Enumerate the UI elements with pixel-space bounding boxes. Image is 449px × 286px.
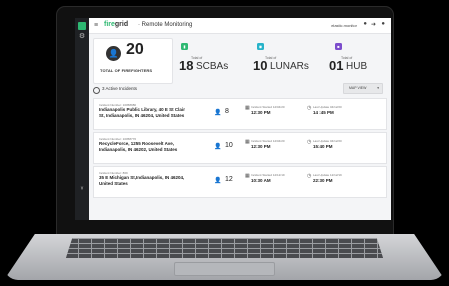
- lunars-card: ◉ Total of 10 LUNARs: [253, 38, 323, 82]
- calendar-icon: ▦: [245, 173, 250, 179]
- clock-icon: ◷: [307, 105, 312, 111]
- incident-started-label: Incident Started 12/04/20: [251, 105, 285, 109]
- lunar-icon: ◉: [257, 43, 264, 50]
- map-view-label: MAP VIEW: [349, 86, 367, 90]
- incident-firefighter-count: 8: [225, 108, 229, 115]
- scba-icon: ▮: [181, 43, 188, 50]
- app-subtitle: · Remote Monitoring: [138, 21, 193, 28]
- incident-address: RecycleForce, 1255 Roosevelt Ave, Indian…: [99, 141, 178, 152]
- clock-icon: ◷: [307, 139, 312, 145]
- incident-started-label: Incident Started 12/04/20: [251, 139, 285, 143]
- stats-row: 👤 20 TOTAL OF FIREFIGHTERS ▮ Total of 18…: [93, 38, 387, 84]
- chevron-down-icon: ▾: [377, 86, 379, 90]
- incident-address: 35 E Michigan St,Indianapolis, IN 46204,…: [99, 175, 185, 186]
- incident-row[interactable]: Incident Number: 869 35 E Michigan St,In…: [93, 166, 387, 198]
- laptop-trackpad: [174, 262, 275, 276]
- scbas-unit: SCBAs: [196, 61, 229, 72]
- incident-started-label: Incident Started 12/12/19: [251, 173, 285, 177]
- laptop-keyboard: [66, 238, 383, 258]
- incident-started-time: 10:30 AM: [251, 178, 271, 183]
- incident-started-time: 12:30 PM: [251, 144, 271, 149]
- lunars-value: 10: [253, 58, 268, 73]
- hub-value: 01: [329, 58, 344, 73]
- total-firefighters-card: 👤 20 TOTAL OF FIREFIGHTERS: [93, 38, 173, 84]
- notification-icon[interactable]: ➜: [371, 21, 376, 28]
- hub-unit: HUB: [346, 61, 368, 72]
- person-icon: 👤: [214, 110, 222, 116]
- incident-update-label: Last Update 04/12/20: [313, 139, 342, 143]
- active-incidents-title: 3 Active Incidents: [102, 86, 138, 91]
- account-icon[interactable]: ●: [381, 21, 385, 27]
- hub-card: ■ Total of 01 HUB: [329, 38, 391, 82]
- firefighter-icon: 👤: [106, 46, 121, 61]
- help-icon[interactable]: ●: [363, 21, 367, 27]
- sidebar: ⚙ ᵛ: [75, 18, 89, 220]
- incident-address: Indianapolis Public Library, 40 E St Cla…: [99, 107, 185, 118]
- dashboard-icon[interactable]: [78, 22, 86, 30]
- incidents-header: 3 Active Incidents MAP VIEW ▾: [93, 83, 387, 95]
- total-firefighters-label: TOTAL OF FIREFIGHTERS: [100, 68, 153, 73]
- lunars-unit: LUNARs: [270, 61, 309, 72]
- scbas-value: 18: [179, 58, 194, 73]
- app-screen: ⚙ ᵛ ≡ firegrid · Remote Monitoring elast…: [75, 18, 391, 220]
- incident-update-time: 15:40 PM: [313, 144, 333, 149]
- menu-icon[interactable]: ≡: [94, 22, 98, 29]
- total-firefighters-value: 20: [126, 41, 144, 58]
- settings-icon[interactable]: ⚙: [78, 33, 86, 41]
- firegrid-logo-icon: ᵛ: [80, 186, 84, 193]
- incident-update-time: 22:30 PM: [313, 178, 333, 183]
- person-icon: 👤: [214, 178, 222, 184]
- map-view-button[interactable]: MAP VIEW ▾: [343, 83, 383, 94]
- incident-started-time: 12:30 PM: [251, 110, 271, 115]
- brand-logo: firegrid: [104, 21, 129, 28]
- user-menu[interactable]: elastic.monitor: [331, 23, 357, 28]
- calendar-icon: ▦: [245, 139, 250, 145]
- person-icon: 👤: [214, 144, 222, 150]
- scbas-card: ▮ Total of 18 SCBAs: [179, 38, 249, 82]
- incident-row[interactable]: Incident Number: 10058980 Indianapolis P…: [93, 98, 387, 130]
- incident-update-label: Last Update 12/12/19: [313, 173, 342, 177]
- top-bar: ≡ firegrid · Remote Monitoring elastic.m…: [89, 18, 391, 34]
- incident-firefighter-count: 10: [225, 142, 233, 149]
- incident-status-icon: [93, 86, 100, 94]
- calendar-icon: ▦: [245, 105, 250, 111]
- incident-row[interactable]: Incident Number: 10058776 RecycleForce, …: [93, 132, 387, 164]
- hub-icon: ■: [335, 43, 342, 50]
- clock-icon: ◷: [307, 173, 312, 179]
- incident-update-label: Last Update 04/12/20: [313, 105, 342, 109]
- incident-update-time: 14 :45 PM: [313, 110, 334, 115]
- incident-firefighter-count: 12: [225, 176, 233, 183]
